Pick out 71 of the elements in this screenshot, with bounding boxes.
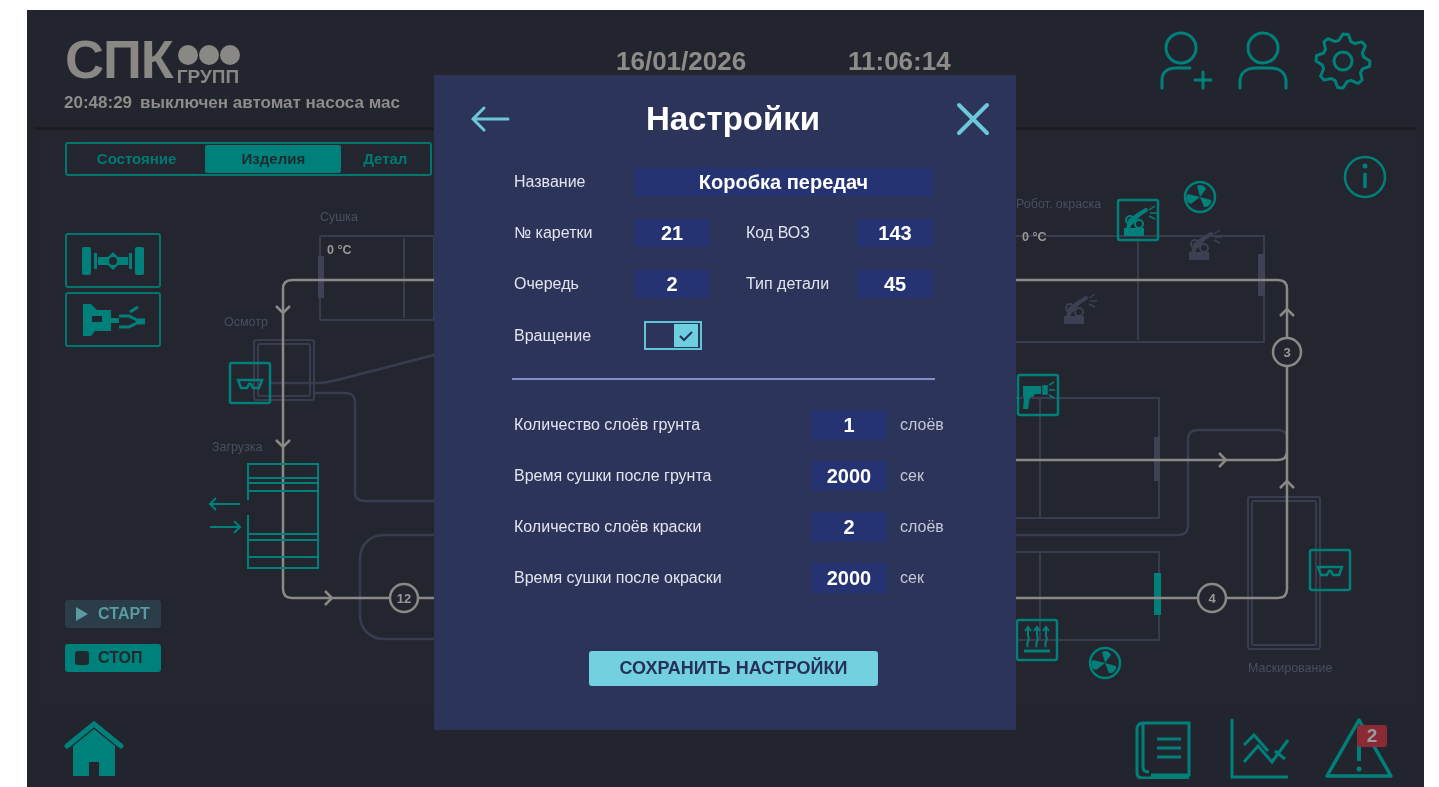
- field-label: Тип детали: [746, 274, 831, 294]
- chart-icon[interactable]: [1229, 717, 1289, 779]
- position-marker: [1196, 582, 1228, 614]
- status-message: выключен автомат насоса мас: [140, 92, 400, 114]
- param-label: Время сушки после грунта: [514, 466, 713, 486]
- settings-icon[interactable]: [1313, 31, 1373, 91]
- heater-icon[interactable]: [1015, 618, 1059, 662]
- temperature-reading: 0 °C: [327, 243, 352, 257]
- gate-bar: [1154, 437, 1160, 481]
- play-icon: [75, 606, 89, 622]
- value-field[interactable]: 1: [811, 410, 887, 440]
- param-label: Количество слоёв грунта: [514, 415, 702, 435]
- unload-arrow-icon: [208, 497, 241, 511]
- home-icon[interactable]: [64, 720, 124, 778]
- load-arrow-icon: [209, 520, 242, 534]
- unit-label: слоёв: [900, 517, 945, 537]
- dialog-title: Настройки: [644, 99, 822, 140]
- value-field[interactable]: 2000: [811, 461, 887, 491]
- value-field[interactable]: Коробка передач: [634, 168, 933, 196]
- robot-icon: [1189, 229, 1223, 260]
- param-label: Количество слоёв краски: [514, 517, 703, 537]
- field-label: Вращение: [514, 325, 593, 346]
- value-field[interactable]: 2000: [811, 563, 887, 593]
- robot-icon: [1064, 293, 1098, 324]
- unit-label: слоёв: [900, 415, 945, 435]
- robot-icon[interactable]: [1116, 198, 1160, 242]
- add-user-icon[interactable]: [1159, 30, 1213, 92]
- gate-bar: [318, 256, 324, 298]
- position-marker: [388, 582, 420, 614]
- glasses-icon[interactable]: [228, 361, 272, 405]
- axle-button[interactable]: [65, 233, 161, 288]
- date-text: 16/01/2026: [616, 45, 747, 78]
- fan-icon: [1088, 646, 1122, 680]
- fan-icon: [1183, 180, 1217, 214]
- position-number: 4: [1208, 591, 1216, 606]
- info-icon[interactable]: [1343, 155, 1387, 199]
- value-field[interactable]: 2: [811, 512, 887, 542]
- param-label: Время сушки после окраски: [514, 568, 723, 588]
- field-label: № каретки: [514, 223, 594, 243]
- field-label: Очередь: [514, 274, 580, 294]
- save-button[interactable]: СОХРАНИТЬ НАСТРОЙКИ: [589, 651, 878, 686]
- inspection-outline: [253, 339, 315, 401]
- stop-icon: [75, 651, 89, 665]
- spray-gun-icon[interactable]: [1016, 373, 1060, 417]
- logo-text: СПК: [65, 32, 173, 86]
- position-marker: [1271, 336, 1303, 368]
- dots-icon: [176, 43, 241, 67]
- gearbox-button[interactable]: [65, 292, 161, 347]
- message-time: 20:48:29: [64, 92, 133, 114]
- back-arrow-icon[interactable]: [470, 106, 510, 132]
- field-label: Код ВОЗ: [746, 223, 811, 243]
- time-text: 11:06:14: [848, 45, 951, 78]
- checkbox[interactable]: [644, 321, 702, 350]
- field-label: Название: [514, 172, 587, 192]
- glasses-icon[interactable]: [1308, 548, 1352, 592]
- value-field[interactable]: 45: [857, 270, 933, 298]
- unit-label: сек: [900, 568, 925, 588]
- value-field[interactable]: 21: [634, 219, 710, 247]
- unit-label: сек: [900, 466, 925, 486]
- user-icon[interactable]: [1237, 30, 1289, 92]
- alarm-count-badge: 2: [1357, 725, 1387, 747]
- position-number: 12: [396, 591, 412, 606]
- position-number: 3: [1283, 345, 1291, 360]
- close-icon[interactable]: [956, 102, 990, 136]
- temperature-reading: 0 °C: [1022, 230, 1047, 244]
- check-icon: [679, 329, 693, 342]
- value-field[interactable]: 2: [634, 270, 710, 298]
- logo-subtitle: ГРУПП: [176, 67, 240, 86]
- gate-bar: [1154, 573, 1161, 615]
- value-field[interactable]: 143: [857, 219, 933, 247]
- gate-bar: [1258, 254, 1265, 296]
